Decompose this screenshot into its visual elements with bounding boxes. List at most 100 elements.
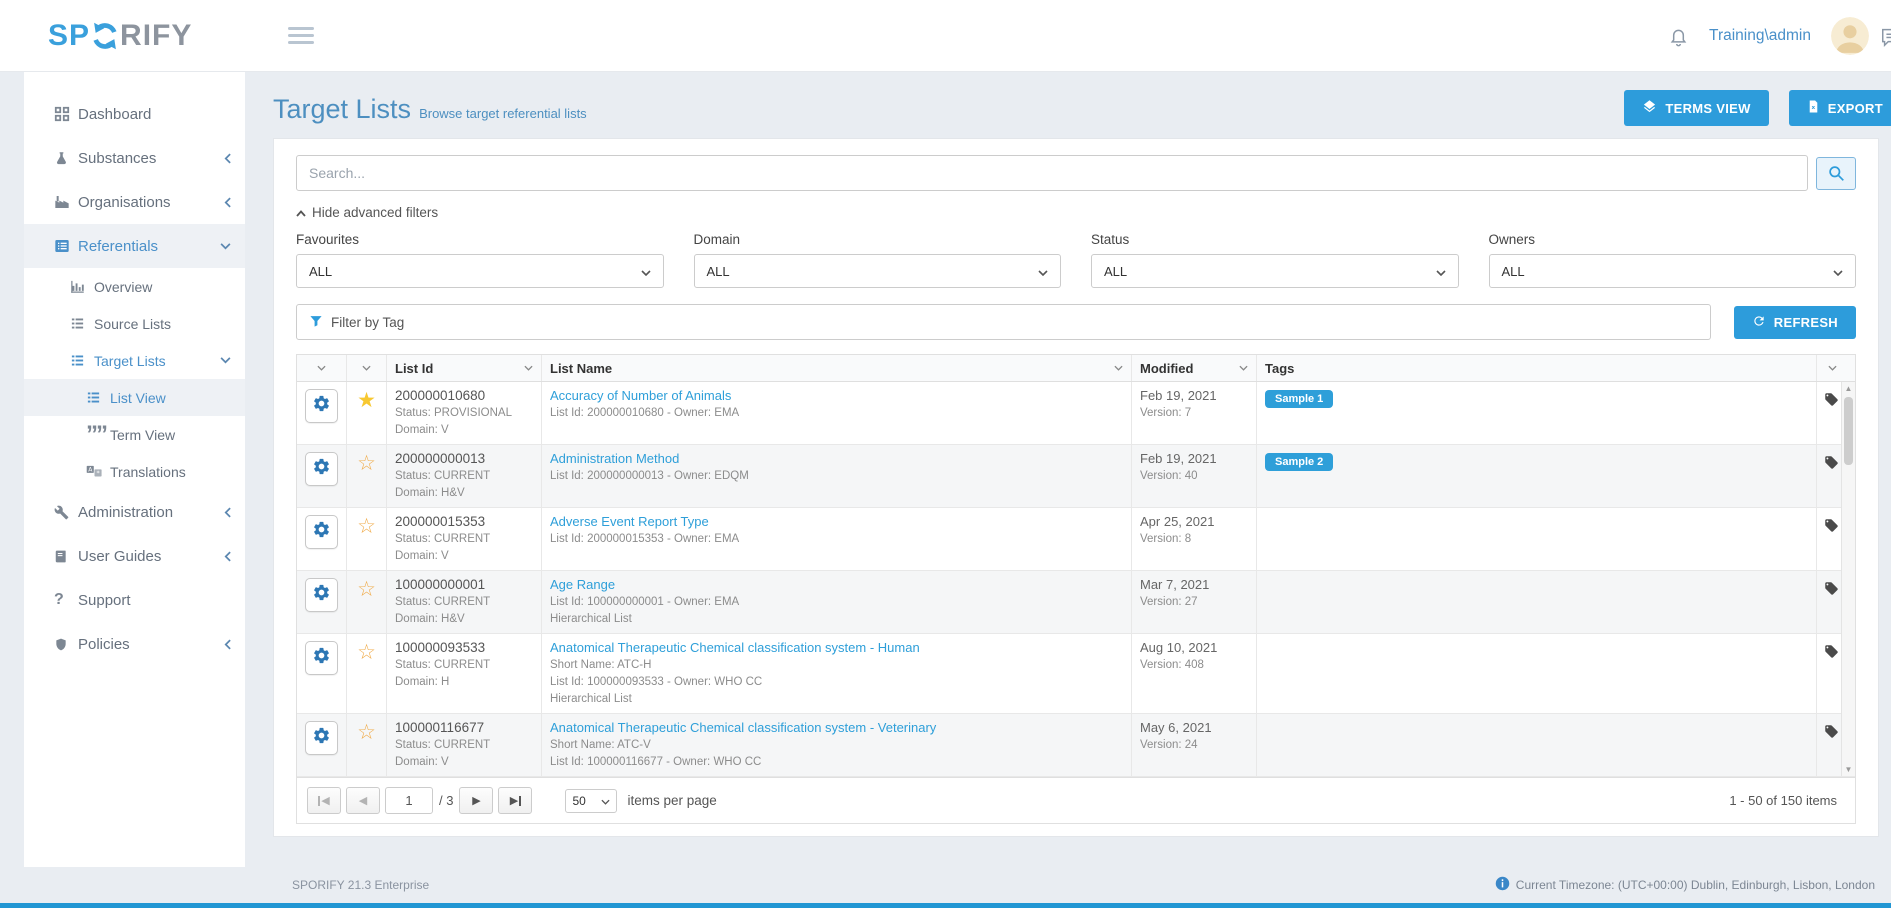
- search-input[interactable]: [296, 155, 1808, 191]
- favourite-star-icon[interactable]: ☆: [357, 579, 376, 600]
- sporify-logo[interactable]: SP RIFY: [48, 19, 192, 53]
- row-settings-button[interactable]: [305, 389, 338, 423]
- favourite-star-icon[interactable]: ☆: [357, 722, 376, 743]
- favourites-select[interactable]: ALL: [296, 254, 664, 288]
- column-header-tags[interactable]: Tags: [1265, 361, 1294, 376]
- status-select[interactable]: ALL: [1091, 254, 1459, 288]
- column-menu-icon[interactable]: [362, 365, 371, 371]
- favourite-star-icon[interactable]: ☆: [357, 516, 376, 537]
- domain-select[interactable]: ALL: [694, 254, 1062, 288]
- items-range-label: 1 - 50 of 150 items: [1729, 793, 1845, 808]
- owners-select[interactable]: ALL: [1489, 254, 1857, 288]
- scrollbar-thumb[interactable]: [1844, 397, 1853, 465]
- list-id: 200000015353: [395, 513, 533, 531]
- page-size-select[interactable]: 50: [565, 789, 617, 813]
- column-menu-icon[interactable]: [1239, 365, 1248, 371]
- first-page-button[interactable]: ◀: [307, 787, 341, 814]
- sidebar-item-term-view[interactable]: ””Term View: [24, 416, 245, 453]
- tag-icon[interactable]: [1824, 455, 1839, 475]
- hide-advanced-filters-toggle[interactable]: Hide advanced filters: [296, 205, 438, 220]
- sidebar-item-organisations[interactable]: Organisations: [24, 180, 245, 224]
- list-id: 200000010680: [395, 387, 533, 405]
- avatar[interactable]: [1831, 17, 1869, 55]
- terms-view-button[interactable]: TERMS VIEW: [1624, 90, 1768, 126]
- favourite-star-icon[interactable]: ☆: [357, 453, 376, 474]
- grid-icon: [54, 106, 78, 122]
- export-button[interactable]: x EXPORT: [1789, 90, 1891, 126]
- column-menu-icon[interactable]: [1114, 365, 1123, 371]
- list-name-link[interactable]: Accuracy of Number of Animals: [550, 387, 731, 405]
- previous-page-button[interactable]: ◀: [346, 787, 380, 814]
- row-settings-button[interactable]: [305, 515, 338, 549]
- sidebar-item-administration[interactable]: Administration: [24, 490, 245, 534]
- chevron-down-icon: [601, 794, 610, 808]
- user-menu[interactable]: Training\admin: [1709, 27, 1811, 45]
- column-header-modified[interactable]: Modified: [1140, 361, 1193, 376]
- gear-icon: [312, 520, 331, 544]
- tag-icon[interactable]: [1824, 392, 1839, 412]
- list-domain: Domain: V: [395, 548, 533, 565]
- column-header-list-name[interactable]: List Name: [550, 361, 612, 376]
- sidebar-item-referentials[interactable]: Referentials: [24, 224, 245, 268]
- list-name-link[interactable]: Anatomical Therapeutic Chemical classifi…: [550, 719, 936, 737]
- filter-by-tag-input[interactable]: Filter by Tag: [296, 304, 1711, 340]
- column-menu-icon[interactable]: [524, 365, 533, 371]
- column-header-list-id[interactable]: List Id: [395, 361, 433, 376]
- feedback-chat-icon[interactable]: [1880, 26, 1891, 53]
- sidebar-item-overview[interactable]: Overview: [24, 268, 245, 305]
- column-menu-icon[interactable]: [1828, 365, 1837, 371]
- list-name-link[interactable]: Administration Method: [550, 450, 679, 468]
- sidebar-item-substances[interactable]: Substances: [24, 136, 245, 180]
- sidebar-item-list-view[interactable]: List View: [24, 379, 245, 416]
- list-domain: Domain: V: [395, 422, 533, 439]
- table-header-row: List Id List Name Modified Tags: [297, 355, 1855, 382]
- sidebar-item-policies[interactable]: Policies: [24, 622, 245, 666]
- sidebar-item-support[interactable]: ?Support: [24, 578, 245, 622]
- tag-icon[interactable]: [1824, 724, 1839, 744]
- vertical-scrollbar[interactable]: ▲ ▼: [1841, 382, 1855, 776]
- search-button[interactable]: [1816, 157, 1856, 190]
- favourite-star-icon[interactable]: ★: [357, 390, 376, 411]
- list-name-link[interactable]: Adverse Event Report Type: [550, 513, 709, 531]
- row-settings-button[interactable]: [305, 721, 338, 755]
- chevron-down-icon: [220, 243, 231, 250]
- last-page-button[interactable]: ▶: [498, 787, 532, 814]
- tag-icon[interactable]: [1824, 581, 1839, 601]
- column-menu-icon[interactable]: [317, 365, 326, 371]
- main-content: Target Lists Browse target referential l…: [245, 72, 1891, 867]
- modified-date: Apr 25, 2021: [1140, 513, 1248, 531]
- sidebar-item-target-lists[interactable]: Target Lists: [24, 342, 245, 379]
- tag-badge[interactable]: Sample 2: [1265, 453, 1333, 471]
- sidebar-item-user-guides[interactable]: User Guides: [24, 534, 245, 578]
- modified-date: Aug 10, 2021: [1140, 639, 1248, 657]
- sidebar-item-dashboard[interactable]: Dashboard: [24, 92, 245, 136]
- list-icon: [70, 316, 94, 331]
- funnel-icon: [309, 314, 323, 331]
- list-name-link[interactable]: Age Range: [550, 576, 615, 594]
- scroll-up-icon[interactable]: ▲: [1842, 382, 1855, 395]
- tag-badge[interactable]: Sample 1: [1265, 390, 1333, 408]
- page-number-input[interactable]: [385, 787, 433, 814]
- notifications-bell-icon[interactable]: [1668, 26, 1689, 47]
- row-settings-button[interactable]: [305, 452, 338, 486]
- sidebar-item-translations[interactable]: A*Translations: [24, 453, 245, 490]
- list-id: 100000000001: [395, 576, 533, 594]
- favourite-star-icon[interactable]: ☆: [357, 642, 376, 663]
- search-icon: [1828, 165, 1845, 182]
- list-short-name: Short Name: ATC-H: [550, 657, 1123, 674]
- next-page-button[interactable]: ▶: [459, 787, 493, 814]
- row-settings-button[interactable]: [305, 641, 338, 675]
- list-icon: [70, 353, 94, 368]
- list-name-link[interactable]: Anatomical Therapeutic Chemical classifi…: [550, 639, 920, 657]
- hamburger-menu-icon[interactable]: [288, 23, 314, 48]
- tag-icon[interactable]: [1824, 644, 1839, 664]
- refresh-button[interactable]: REFRESH: [1734, 306, 1856, 339]
- list-domain: Domain: H&V: [395, 485, 533, 502]
- sidebar-item-source-lists[interactable]: Source Lists: [24, 305, 245, 342]
- scroll-down-icon[interactable]: ▼: [1842, 763, 1855, 776]
- items-per-page-label: items per page: [627, 793, 716, 808]
- row-settings-button[interactable]: [305, 578, 338, 612]
- list-id: 100000116677: [395, 719, 533, 737]
- tag-icon[interactable]: [1824, 518, 1839, 538]
- chevron-left-icon: [224, 197, 231, 208]
